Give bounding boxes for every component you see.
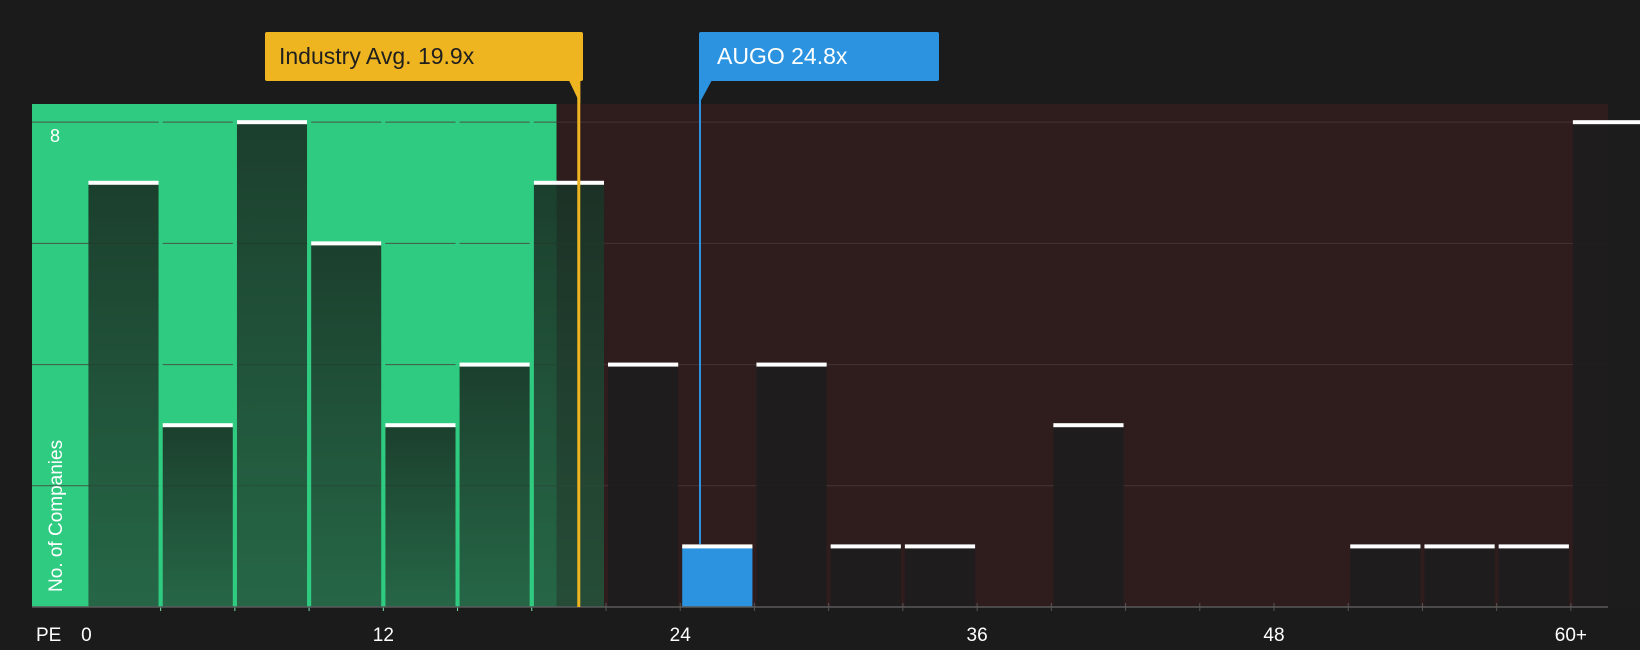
histogram-bar (830, 546, 901, 607)
histogram-bar (904, 546, 976, 607)
x-tick-label: 60+ (1555, 625, 1587, 646)
histogram-bar (459, 364, 530, 607)
bar-cap (1053, 423, 1124, 428)
chart-svg: 0 12 24 36 48 60+ PE 8 No. of Companies (32, 80, 1640, 646)
pe-distribution-chart: 0 12 24 36 48 60+ PE 8 No. of Companies Industry… (0, 0, 1640, 650)
y-tick-label: 8 (50, 126, 60, 146)
bar-cap (236, 120, 308, 125)
industry-average-value: 19.9x (417, 43, 475, 69)
bar-cap (1350, 544, 1421, 549)
bar-cap (88, 180, 159, 185)
histogram-bar (533, 182, 604, 607)
bar-cap (756, 362, 827, 367)
bar-cap (385, 423, 456, 428)
x-tick-label: 24 (670, 625, 692, 646)
bar-cap (1424, 544, 1495, 549)
histogram-bar (236, 122, 308, 607)
histogram-bar (162, 425, 233, 607)
stock-value: 24.8x (791, 43, 848, 69)
bar-cap (533, 180, 604, 185)
industry-average-callout: Industry Avg. 19.9x (265, 32, 583, 81)
x-tick-label: 48 (1263, 625, 1284, 646)
industry-callout-pointer (568, 80, 581, 104)
histogram-bar (385, 425, 456, 607)
bar-cap (311, 241, 382, 246)
histogram-bar (88, 182, 159, 607)
bar-cap (904, 544, 976, 549)
histogram-bar (1498, 546, 1569, 607)
histogram-bar (1424, 546, 1495, 607)
y-axis-label: No. of Companies (46, 440, 67, 592)
bar-cap (607, 362, 679, 367)
histogram-bar (311, 243, 382, 607)
bar-cap (1572, 120, 1640, 125)
bar-cap (1498, 544, 1569, 549)
histogram-bar (1572, 122, 1640, 607)
bar-cap (162, 423, 233, 428)
industry-average-label: Industry Avg. (279, 43, 412, 69)
histogram-bar (607, 364, 679, 607)
histogram-bar (756, 364, 827, 607)
bar-cap (459, 362, 530, 367)
x-tick-label: 12 (373, 625, 394, 646)
histogram-bar (682, 546, 753, 607)
x-tick-label: 0 (81, 625, 92, 646)
bar-cap (830, 544, 901, 549)
stock-callout: AUGO 24.8x (699, 32, 939, 81)
x-tick-label: 36 (967, 625, 988, 646)
histogram-bar (1350, 546, 1421, 607)
histogram-bar (1053, 425, 1124, 607)
stock-ticker: AUGO (717, 43, 785, 69)
bar-cap (682, 544, 753, 549)
x-axis-label: PE (36, 625, 61, 646)
